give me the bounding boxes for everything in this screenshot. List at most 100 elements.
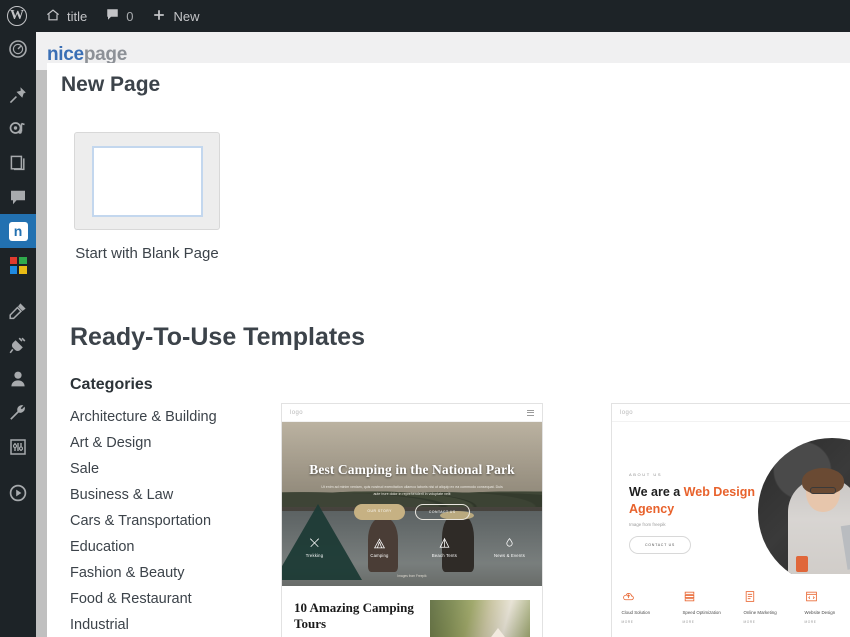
- service-more-link[interactable]: MORE: [744, 620, 802, 624]
- grid-squares-icon: [9, 256, 27, 274]
- service-speed-optimization: Speed Optimization MORE: [683, 590, 741, 624]
- camping-hero-buttons: OUR STORY CONTACT US: [282, 504, 542, 520]
- wordpress-icon: W: [7, 6, 27, 26]
- blank-page-thumbnail[interactable]: [74, 132, 220, 230]
- agency-hero: ABOUT US We are a Web Design Agency Imag…: [612, 422, 850, 574]
- comment-bubble-icon: [105, 7, 120, 25]
- sidebar-item-comments[interactable]: [0, 180, 36, 214]
- category-item[interactable]: Food & Restaurant: [70, 586, 217, 612]
- wp-admin-bar: W title 0 New: [0, 0, 850, 32]
- service-label: Cloud Solution: [621, 610, 651, 615]
- code-window-icon: [805, 591, 817, 602]
- paintbrush-icon: [9, 303, 26, 320]
- category-item[interactable]: Cars & Transportation: [70, 508, 217, 534]
- media-icon: [9, 122, 25, 134]
- template-card-web-design-agency[interactable]: logo ABOUT US We are a Web Design Agency…: [611, 403, 850, 637]
- sidebar-item-nicepage[interactable]: n: [0, 214, 42, 248]
- menu-separator-1: [0, 66, 36, 78]
- wp-logo-menu[interactable]: W: [0, 0, 36, 32]
- comment-bubble-icon: [11, 190, 25, 205]
- our-story-button[interactable]: OUR STORY: [354, 504, 405, 520]
- service-website-design: Website Design MORE: [805, 590, 850, 624]
- start-with-blank-page-card[interactable]: Start with Blank Page: [74, 132, 220, 265]
- menu-separator-3: [0, 464, 36, 476]
- template-card-camping[interactable]: logo Best Camping in the National Park U…: [281, 403, 543, 637]
- sidebar-item-dashboard[interactable]: [0, 32, 36, 66]
- home-icon: [45, 7, 61, 26]
- feature-label: News & Events: [494, 553, 525, 558]
- category-list: Architecture & Building Art & Design Sal…: [70, 404, 217, 637]
- service-label: Website Design: [804, 610, 836, 615]
- agency-image-credit: Image from freepik: [629, 522, 666, 527]
- sidebar-item-tools[interactable]: [0, 396, 36, 430]
- agency-services: Cloud Solution MORE Speed Optimization M…: [612, 574, 850, 624]
- camping-hero-title: Best Camping in the National Park: [309, 462, 515, 477]
- play-circle-icon: [9, 484, 27, 502]
- feature-trekking: Trekking: [285, 537, 345, 558]
- template-header-bar: logo: [282, 404, 542, 422]
- menu-separator-2: [0, 282, 36, 294]
- camping-section-title: 10 Amazing Camping Tours: [294, 600, 414, 632]
- content-panel: New Page Start with Blank Page Ready-To-…: [47, 63, 850, 637]
- wp-admin-menu: n: [0, 32, 42, 637]
- template-logo-text: logo: [620, 409, 633, 416]
- template-header-bar: logo: [612, 404, 850, 422]
- camping-image-credit: Images from Freepik: [397, 574, 427, 578]
- camping-section-photo: [430, 600, 530, 637]
- site-name-menu[interactable]: title: [36, 0, 96, 32]
- sidebar-item-microsoft-grid[interactable]: [0, 248, 36, 282]
- coffee-cup-shape: [796, 556, 808, 572]
- service-online-marketing: Online Marketing MORE: [744, 590, 802, 624]
- agency-contact-button[interactable]: CONTACT US: [629, 536, 692, 554]
- category-item[interactable]: Art & Design: [70, 430, 217, 456]
- blank-page-preview: [91, 145, 203, 217]
- user-icon: [11, 371, 25, 387]
- category-item[interactable]: Business & Law: [70, 482, 217, 508]
- feature-label: Trekking: [305, 553, 324, 558]
- sidebar-item-appearance[interactable]: [0, 294, 36, 328]
- comments-count: 0: [126, 8, 134, 24]
- screen: W title 0 New n nicepage New Page Start …: [0, 0, 850, 637]
- checklist-icon: [745, 591, 754, 602]
- sidebar-item-pages[interactable]: [0, 146, 36, 180]
- new-label: New: [173, 8, 200, 24]
- category-item[interactable]: Sale: [70, 456, 217, 482]
- service-more-link[interactable]: MORE: [683, 620, 741, 624]
- sidebar-item-posts[interactable]: [0, 78, 36, 112]
- service-more-link[interactable]: MORE: [622, 620, 680, 624]
- category-item[interactable]: Industrial: [70, 612, 217, 637]
- service-cloud-solution: Cloud Solution MORE: [622, 590, 680, 624]
- server-stack-icon: [684, 591, 694, 602]
- sidebar-item-users[interactable]: [0, 362, 36, 396]
- feature-camping: Camping: [350, 537, 410, 558]
- contact-us-button[interactable]: CONTACT US: [414, 504, 470, 520]
- blank-page-label: Start with Blank Page: [75, 245, 219, 262]
- plug-icon: [9, 337, 26, 354]
- category-item[interactable]: Fashion & Beauty: [70, 560, 217, 586]
- camping-features: Trekking Camping Beach Tents News & Even…: [282, 537, 542, 558]
- beach-tent-icon: [439, 537, 450, 548]
- sliders-icon: [10, 439, 26, 455]
- site-name-label: title: [67, 8, 88, 24]
- tent-icon: [373, 538, 386, 549]
- sidebar-item-plugins[interactable]: [0, 328, 36, 362]
- sidebar-item-settings[interactable]: [0, 430, 36, 464]
- camping-hero: Best Camping in the National Park Ut eni…: [282, 422, 542, 586]
- service-label: Online Marketing: [743, 610, 777, 615]
- nicepage-logo-nice: nice: [47, 44, 84, 65]
- page-scrollbar[interactable]: [36, 70, 47, 637]
- hamburger-icon: [527, 409, 534, 416]
- sidebar-item-collapse[interactable]: [0, 476, 36, 510]
- sidebar-item-media[interactable]: [0, 112, 36, 146]
- nicepage-n-icon: n: [8, 221, 28, 241]
- category-item[interactable]: Education: [70, 534, 217, 560]
- crossed-axes-icon: [309, 538, 320, 548]
- feature-news-events: News & Events: [480, 537, 540, 558]
- new-content-menu[interactable]: New: [142, 0, 208, 32]
- comments-menu[interactable]: 0: [96, 0, 142, 32]
- service-more-link[interactable]: MORE: [805, 620, 850, 624]
- dashboard-icon: [9, 40, 27, 58]
- nicepage-logo-page: page: [83, 44, 127, 65]
- agency-title: We are a Web Design Agency: [629, 484, 761, 517]
- category-item[interactable]: Architecture & Building: [70, 404, 217, 430]
